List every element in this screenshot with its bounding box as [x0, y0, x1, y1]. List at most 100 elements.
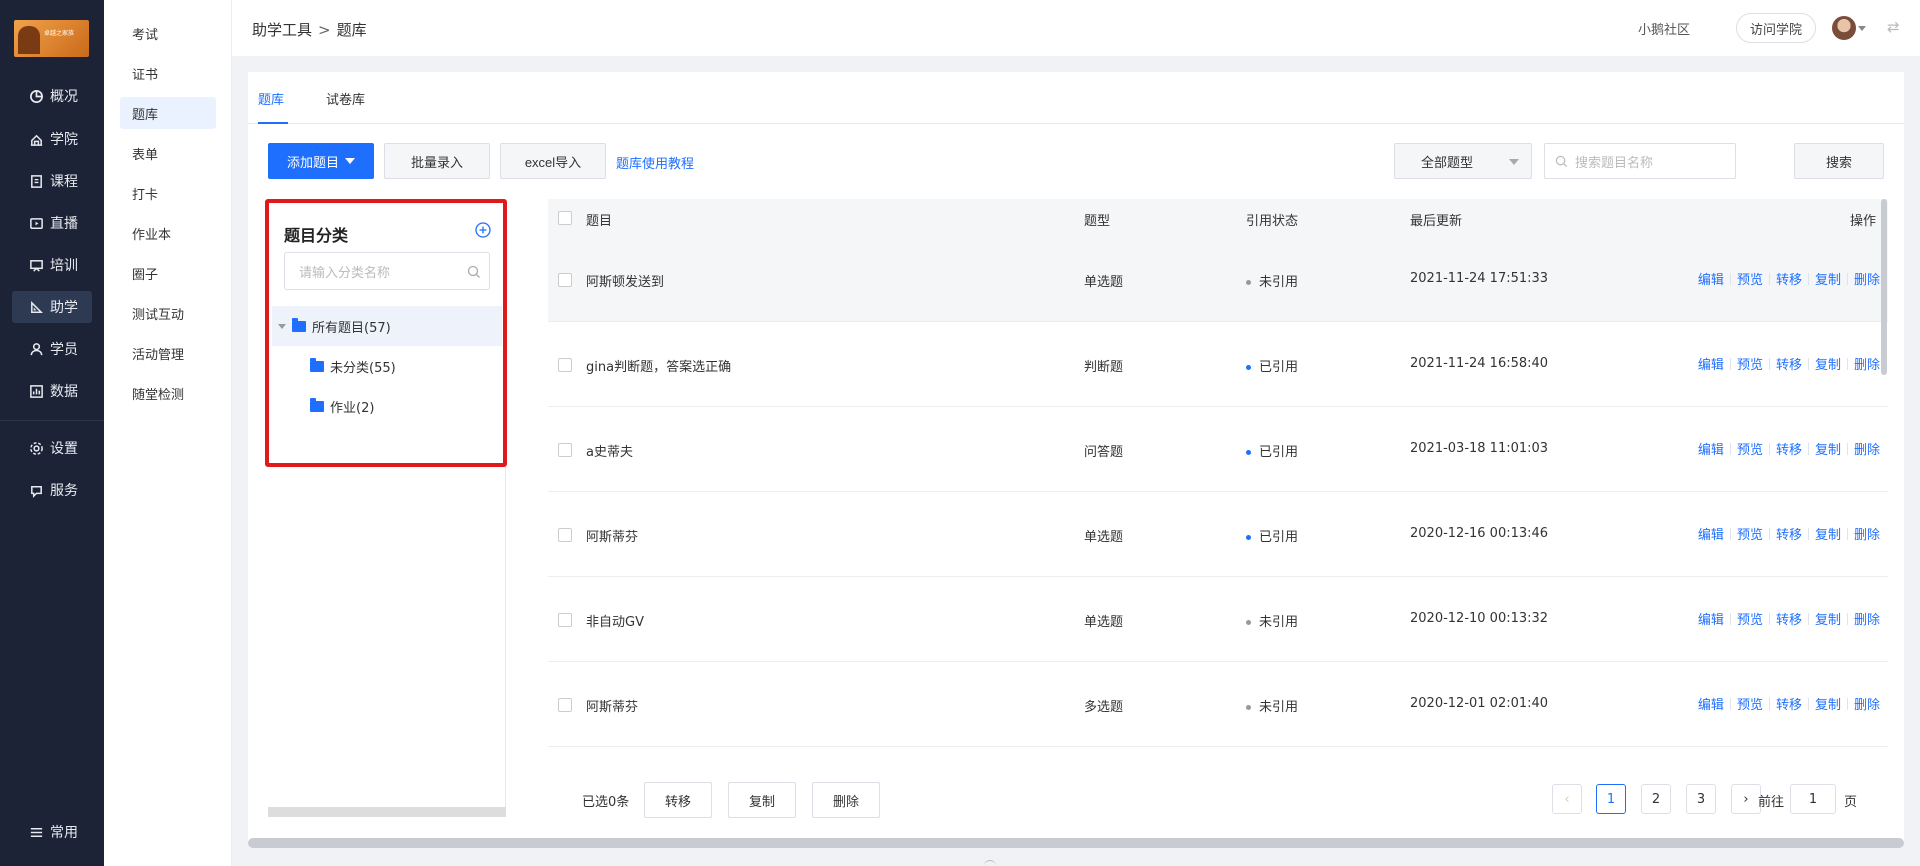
logo-text: 卓越之家族 [44, 30, 75, 37]
question-type-select[interactable]: 全部题型 [1394, 143, 1532, 179]
visit-academy-button[interactable]: 访问学院 [1736, 13, 1816, 43]
row-checkbox[interactable] [558, 358, 572, 372]
row-op-button[interactable]: 复制 [1809, 354, 1847, 373]
search-button[interactable]: 搜索 [1794, 143, 1884, 179]
sub-item-class-test[interactable]: 随堂检测 [120, 377, 216, 409]
row-title[interactable]: gina判断题，答案选正确 [586, 356, 731, 375]
row-title[interactable]: 非自动GV [586, 611, 644, 630]
sub-item-question-bank[interactable]: 题库 [120, 97, 216, 129]
tutorial-link[interactable]: 题库使用教程 [616, 153, 694, 172]
row-op-button[interactable]: 预览 [1731, 524, 1769, 543]
sub-item-checkin[interactable]: 打卡 [120, 177, 216, 209]
row-title[interactable]: 阿斯蒂芬 [586, 696, 638, 715]
sub-item-circle[interactable]: 圈子 [120, 257, 216, 289]
goto-page-input[interactable]: 1 [1790, 784, 1836, 814]
row-op-button[interactable]: 转移 [1770, 524, 1808, 543]
row-op-button[interactable]: 删除 [1848, 524, 1886, 543]
row-op-button[interactable]: 复制 [1809, 694, 1847, 713]
row-op-button[interactable]: 编辑 [1692, 694, 1730, 713]
row-updated: 2020-12-10 00:13:32 [1410, 611, 1549, 626]
nav-item-live[interactable]: 直播 [12, 207, 92, 239]
sub-item-quiz-interaction[interactable]: 测试互动 [120, 297, 216, 329]
sub-item-homework[interactable]: 作业本 [120, 217, 216, 249]
row-op-button[interactable]: 删除 [1848, 694, 1886, 713]
nav-item-service[interactable]: 服务 [12, 474, 92, 506]
row-op-button[interactable]: 删除 [1848, 609, 1886, 628]
row-checkbox[interactable] [558, 613, 572, 627]
search-input[interactable]: 搜索题目名称 [1544, 143, 1736, 179]
tab-paper-bank[interactable]: 试卷库 [326, 89, 365, 108]
row-op-button[interactable]: 编辑 [1692, 524, 1730, 543]
row-checkbox[interactable] [558, 443, 572, 457]
nav-item-label: 培训 [50, 258, 78, 274]
row-op-button[interactable]: 复制 [1809, 524, 1847, 543]
tab-question-bank[interactable]: 题库 [258, 89, 284, 108]
nav-item-data[interactable]: 数据 [12, 375, 92, 407]
bulk-move-button[interactable]: 转移 [644, 782, 712, 818]
nav-item-student[interactable]: 学员 [12, 333, 92, 365]
sub-item-certificate[interactable]: 证书 [120, 57, 216, 89]
sub-item-exam[interactable]: 考试 [120, 17, 216, 49]
row-title[interactable]: 阿斯顿发送到 [586, 271, 664, 290]
page-2-button[interactable]: 2 [1641, 784, 1671, 814]
row-op-button[interactable]: 转移 [1770, 609, 1808, 628]
row-checkbox[interactable] [558, 698, 572, 712]
horizontal-scrollbar[interactable] [248, 838, 1904, 848]
row-checkbox[interactable] [558, 273, 572, 287]
row-title[interactable]: a史蒂夫 [586, 441, 633, 460]
row-title[interactable]: 阿斯蒂芬 [586, 526, 638, 545]
community-link[interactable]: 小鹅社区 [1638, 19, 1690, 38]
row-op-button[interactable]: 删除 [1848, 439, 1886, 458]
select-all-checkbox[interactable] [558, 211, 572, 225]
sub-item-form[interactable]: 表单 [120, 137, 216, 169]
batch-entry-button[interactable]: 批量录入 [384, 143, 490, 179]
avatar[interactable] [1832, 16, 1856, 40]
page-3-button[interactable]: 3 [1686, 784, 1716, 814]
row-op-button[interactable]: 编辑 [1692, 609, 1730, 628]
row-op-button[interactable]: 编辑 [1692, 269, 1730, 288]
nav-item-course[interactable]: 课程 [12, 165, 92, 197]
nav-item-training[interactable]: 培训 [12, 249, 92, 281]
excel-import-button[interactable]: excel导入 [500, 143, 606, 179]
switch-icon[interactable]: ⇄ [1887, 18, 1900, 36]
row-op-button[interactable]: 转移 [1770, 439, 1808, 458]
row-op-button[interactable]: 编辑 [1692, 439, 1730, 458]
row-status: 已引用 [1246, 356, 1298, 375]
nav-item-common[interactable]: 常用 [12, 816, 92, 848]
prev-page-button[interactable]: ‹ [1552, 784, 1582, 814]
bulk-delete-button[interactable]: 删除 [812, 782, 880, 818]
row-op-button[interactable]: 复制 [1809, 609, 1847, 628]
chevron-down-icon[interactable] [1858, 26, 1866, 31]
row-op-button[interactable]: 预览 [1731, 439, 1769, 458]
next-page-button[interactable]: › [1731, 784, 1761, 814]
nav-item-label: 助学 [50, 300, 78, 316]
category-scrollbar[interactable] [268, 807, 506, 817]
row-op-button[interactable]: 转移 [1770, 694, 1808, 713]
row-op-button[interactable]: 转移 [1770, 354, 1808, 373]
page-1-button[interactable]: 1 [1596, 784, 1626, 814]
row-op-button[interactable]: 预览 [1731, 609, 1769, 628]
row-op-button[interactable]: 编辑 [1692, 354, 1730, 373]
nav-item-settings[interactable]: 设置 [12, 432, 92, 464]
row-op-button[interactable]: 转移 [1770, 269, 1808, 288]
row-op-button[interactable]: 预览 [1731, 269, 1769, 288]
nav-item-overview[interactable]: 概况 [12, 80, 92, 112]
gear-icon [28, 440, 44, 456]
nav-item-study-aid[interactable]: 助学 [12, 291, 92, 323]
brand-logo[interactable]: 卓越之家族 [14, 20, 89, 57]
breadcrumb-separator: > [318, 21, 331, 39]
row-status: 未引用 [1246, 611, 1298, 630]
row-checkbox[interactable] [558, 528, 572, 542]
row-op-button[interactable]: 复制 [1809, 439, 1847, 458]
add-question-button[interactable]: 添加题目 [268, 143, 374, 179]
main-nav: 卓越之家族 概况 学院 课程 直播 培训 助学 学员 数据 设置 服务 常用 [0, 0, 104, 866]
nav-item-academy[interactable]: 学院 [12, 123, 92, 155]
bulk-copy-button[interactable]: 复制 [728, 782, 796, 818]
row-op-button[interactable]: 复制 [1809, 269, 1847, 288]
row-updated: 2020-12-01 02:01:40 [1410, 696, 1549, 711]
breadcrumb-parent[interactable]: 助学工具 [252, 21, 312, 39]
row-op-button[interactable]: 预览 [1731, 354, 1769, 373]
row-op-button[interactable]: 预览 [1731, 694, 1769, 713]
sub-item-activity[interactable]: 活动管理 [120, 337, 216, 369]
table-scrollbar[interactable] [1881, 199, 1887, 375]
